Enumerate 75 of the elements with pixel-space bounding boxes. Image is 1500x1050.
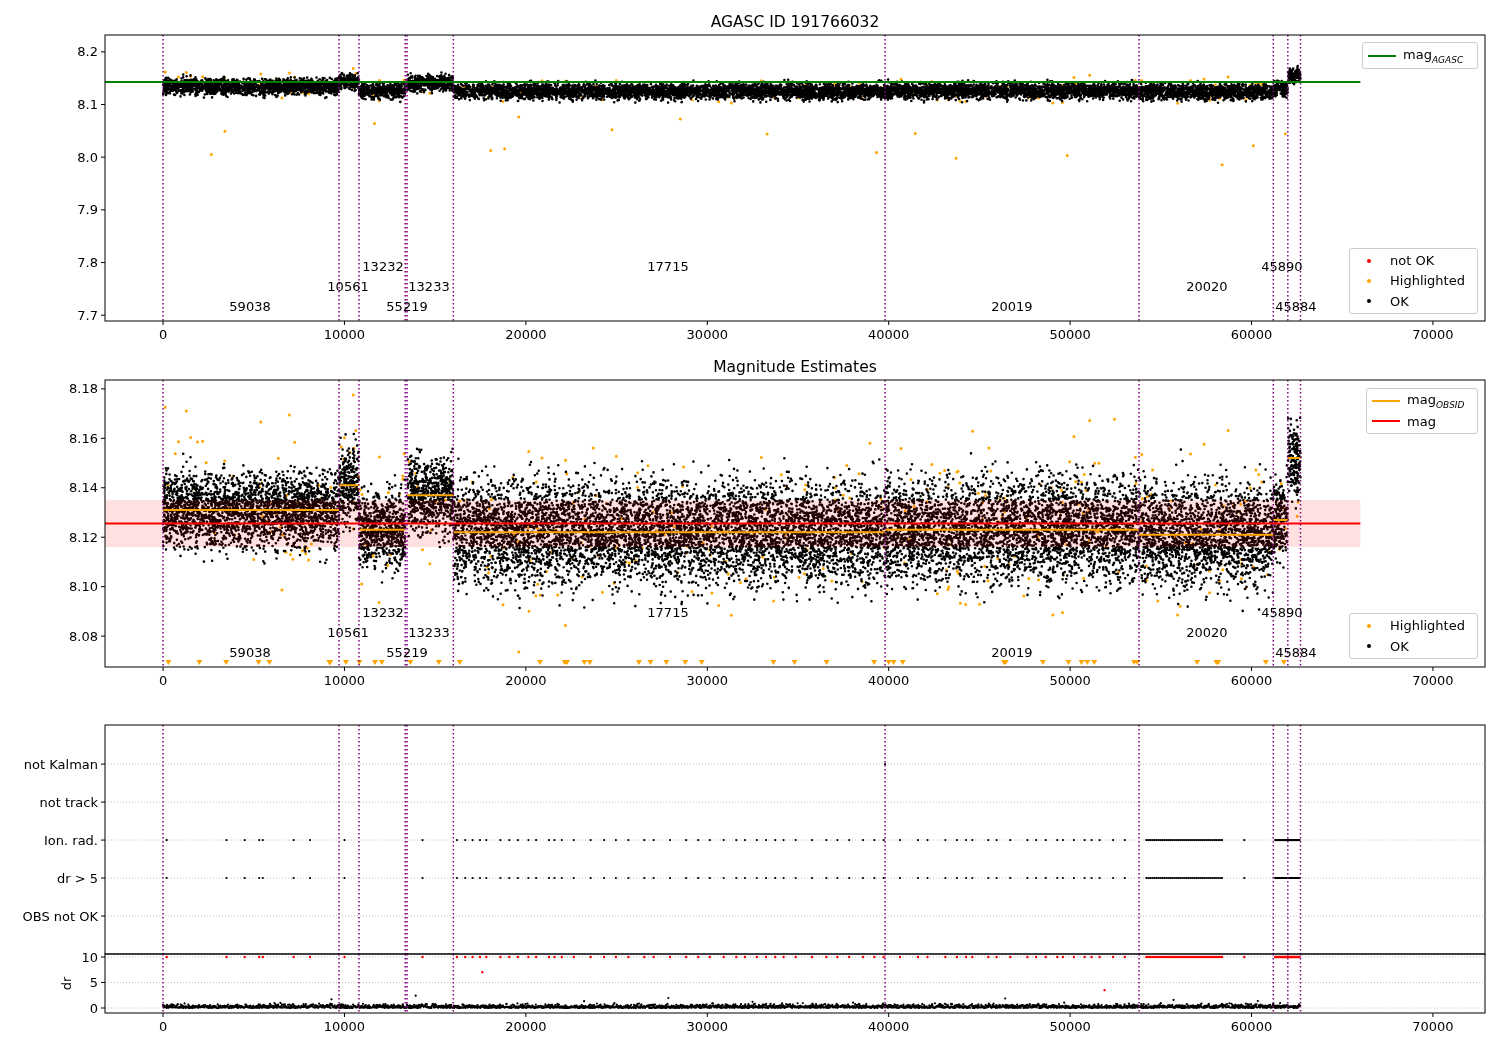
tick-label: 50000 [1049, 673, 1091, 688]
tick-label: 10 [81, 949, 98, 965]
tick-label: 40000 [868, 1019, 910, 1034]
tick-label: 10000 [323, 327, 366, 342]
obsid-label: 20020 [1186, 279, 1228, 294]
tick-label: OBS not OK [22, 908, 98, 924]
chart-title: Magnitude Estimates [713, 358, 877, 376]
obsid-label: 17715 [647, 259, 689, 274]
tick-label: 70000 [1412, 1019, 1454, 1034]
obsid-label: 13233 [408, 279, 450, 294]
tick-label: 0 [158, 327, 168, 342]
tick-label: 20000 [505, 1019, 547, 1034]
obsid-label: 10561 [327, 625, 369, 640]
obsid-label: 13233 [408, 625, 450, 640]
tick-label: 50000 [1049, 1019, 1091, 1034]
obsid-label: 13232 [362, 605, 404, 620]
tick-label: 30000 [686, 327, 728, 342]
tick-label: 20000 [505, 673, 547, 688]
tick-label: 60000 [1230, 673, 1273, 688]
legend-label: mag$_{OBSID}$ [1407, 391, 1465, 410]
tick-label: 0 [158, 1019, 168, 1034]
tick-label: 8.12 [69, 529, 98, 545]
legend-label: Highlighted [1390, 273, 1465, 289]
tick-label: 60000 [1230, 327, 1273, 342]
tick-label: 7.8 [77, 255, 98, 271]
tick-label: 8.10 [69, 579, 98, 595]
tick-label: 10000 [323, 1019, 366, 1034]
obsid-label: 13232 [362, 259, 404, 274]
legend-label: mag$_{AGASC}$ [1403, 46, 1464, 65]
tick-label: 20000 [505, 327, 547, 342]
tick-label: 70000 [1412, 327, 1454, 342]
obsid-label: 45890 [1261, 259, 1303, 274]
tick-label: 60000 [1230, 1019, 1273, 1034]
tick-label: 8.14 [69, 480, 98, 496]
legend-label: Highlighted [1390, 618, 1465, 634]
legend-label: mag [1407, 413, 1436, 429]
tick-label: 30000 [686, 1019, 728, 1034]
tick-label: 8.1 [77, 97, 98, 112]
legend-label: not OK [1390, 253, 1435, 269]
tick-label: 0 [89, 1000, 98, 1016]
obsid-label: 45884 [1275, 299, 1317, 314]
chart-title: AGASC ID 191766032 [710, 13, 880, 31]
legend-label: OK [1390, 293, 1409, 309]
tick-label: 8.0 [77, 149, 98, 165]
tick-label: 8.2 [77, 44, 98, 60]
tick-label: not track [39, 794, 98, 810]
tick-label: Ion. rad. [44, 832, 98, 848]
axis-label: dr [59, 976, 74, 991]
tick-label: 7.7 [77, 307, 98, 323]
legend-label: OK [1390, 638, 1409, 654]
tick-label: 40000 [868, 327, 910, 342]
obsid-label: 17715 [647, 605, 689, 620]
obsid-label: 20020 [1186, 625, 1228, 640]
tick-label: 30000 [686, 673, 728, 688]
obsid-label: 59038 [229, 645, 271, 660]
tick-label: 0 [158, 673, 168, 688]
obsid-label: 10561 [327, 279, 369, 294]
tick-label: 10000 [323, 673, 366, 688]
tick-label: 8.18 [69, 381, 98, 397]
tick-label: 40000 [868, 673, 910, 688]
obsid-label: 45890 [1261, 605, 1303, 620]
obsid-label: 55219 [386, 299, 428, 314]
tick-label: 8.08 [69, 628, 98, 644]
tick-label: 5 [89, 975, 98, 990]
obsid-label: 45884 [1275, 645, 1317, 660]
tick-label: 70000 [1412, 673, 1454, 688]
tick-label: 8.16 [69, 430, 98, 446]
tick-label: 7.9 [77, 202, 98, 218]
tick-label: dr > 5 [56, 870, 98, 886]
tick-label: not Kalman [23, 756, 98, 772]
obsid-label: 59038 [229, 299, 271, 314]
obsid-label: 20019 [991, 299, 1033, 314]
obsid-label: 55219 [386, 645, 428, 660]
tick-label: 50000 [1049, 327, 1091, 342]
obsid-label: 20019 [991, 645, 1033, 660]
